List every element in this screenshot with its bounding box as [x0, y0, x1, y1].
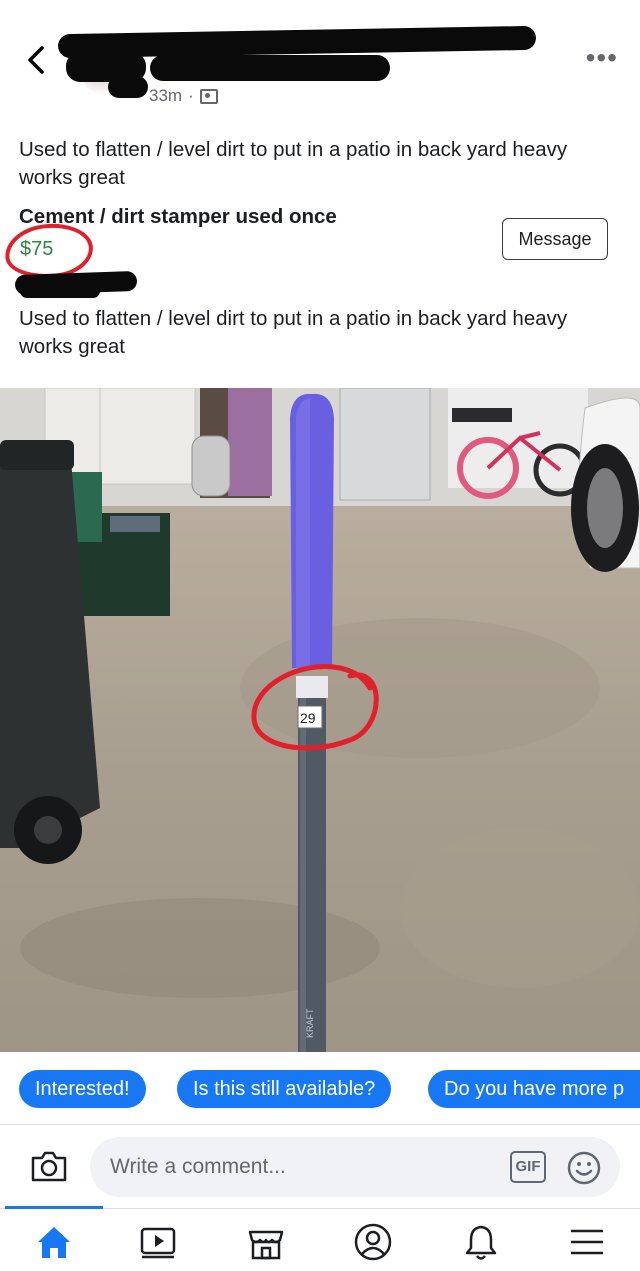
video-icon[interactable]	[138, 1222, 178, 1262]
menu-icon[interactable]	[567, 1222, 607, 1262]
meta-separator: ·	[188, 86, 194, 105]
post-time: 33m	[149, 86, 183, 105]
redaction	[20, 284, 100, 298]
listing-description: Used to flatten / level dirt to put in a…	[19, 307, 568, 358]
more-horizontal-icon[interactable]: •••	[586, 44, 618, 72]
profile-icon[interactable]	[353, 1222, 393, 1262]
gif-button[interactable]: GIF	[510, 1151, 546, 1183]
home-icon[interactable]	[34, 1222, 74, 1262]
listing-photo[interactable]: 29 KRAFT	[0, 388, 640, 1052]
marketplace-icon[interactable]	[246, 1222, 286, 1262]
quick-reply-still-available[interactable]: Is this still available?	[177, 1070, 392, 1108]
notifications-icon[interactable]	[461, 1222, 501, 1262]
chevron-left-icon[interactable]	[22, 42, 52, 78]
nav-active-indicator	[5, 1206, 103, 1209]
comment-input[interactable]	[110, 1150, 490, 1184]
post-description: Used to flatten / level dirt to put in a…	[19, 138, 568, 189]
divider	[0, 1124, 640, 1125]
svg-text:KRAFT: KRAFT	[305, 1008, 315, 1038]
photo-illustration: 29 KRAFT	[0, 388, 640, 1052]
redaction	[150, 55, 390, 81]
post-header: 33m · •••	[0, 0, 640, 120]
redaction	[108, 76, 148, 98]
quick-replies: Interested! Is this still available? Do …	[0, 1070, 640, 1110]
message-button[interactable]: Message	[502, 218, 608, 260]
post-meta: 33m ·	[149, 86, 218, 106]
quick-reply-interested[interactable]: Interested!	[19, 1070, 146, 1108]
quick-reply-have-more[interactable]: Do you have more p	[428, 1070, 640, 1108]
friends-icon	[199, 88, 218, 104]
camera-icon[interactable]	[30, 1149, 68, 1183]
emoji-icon[interactable]	[566, 1150, 602, 1186]
svg-text:29: 29	[300, 710, 316, 726]
